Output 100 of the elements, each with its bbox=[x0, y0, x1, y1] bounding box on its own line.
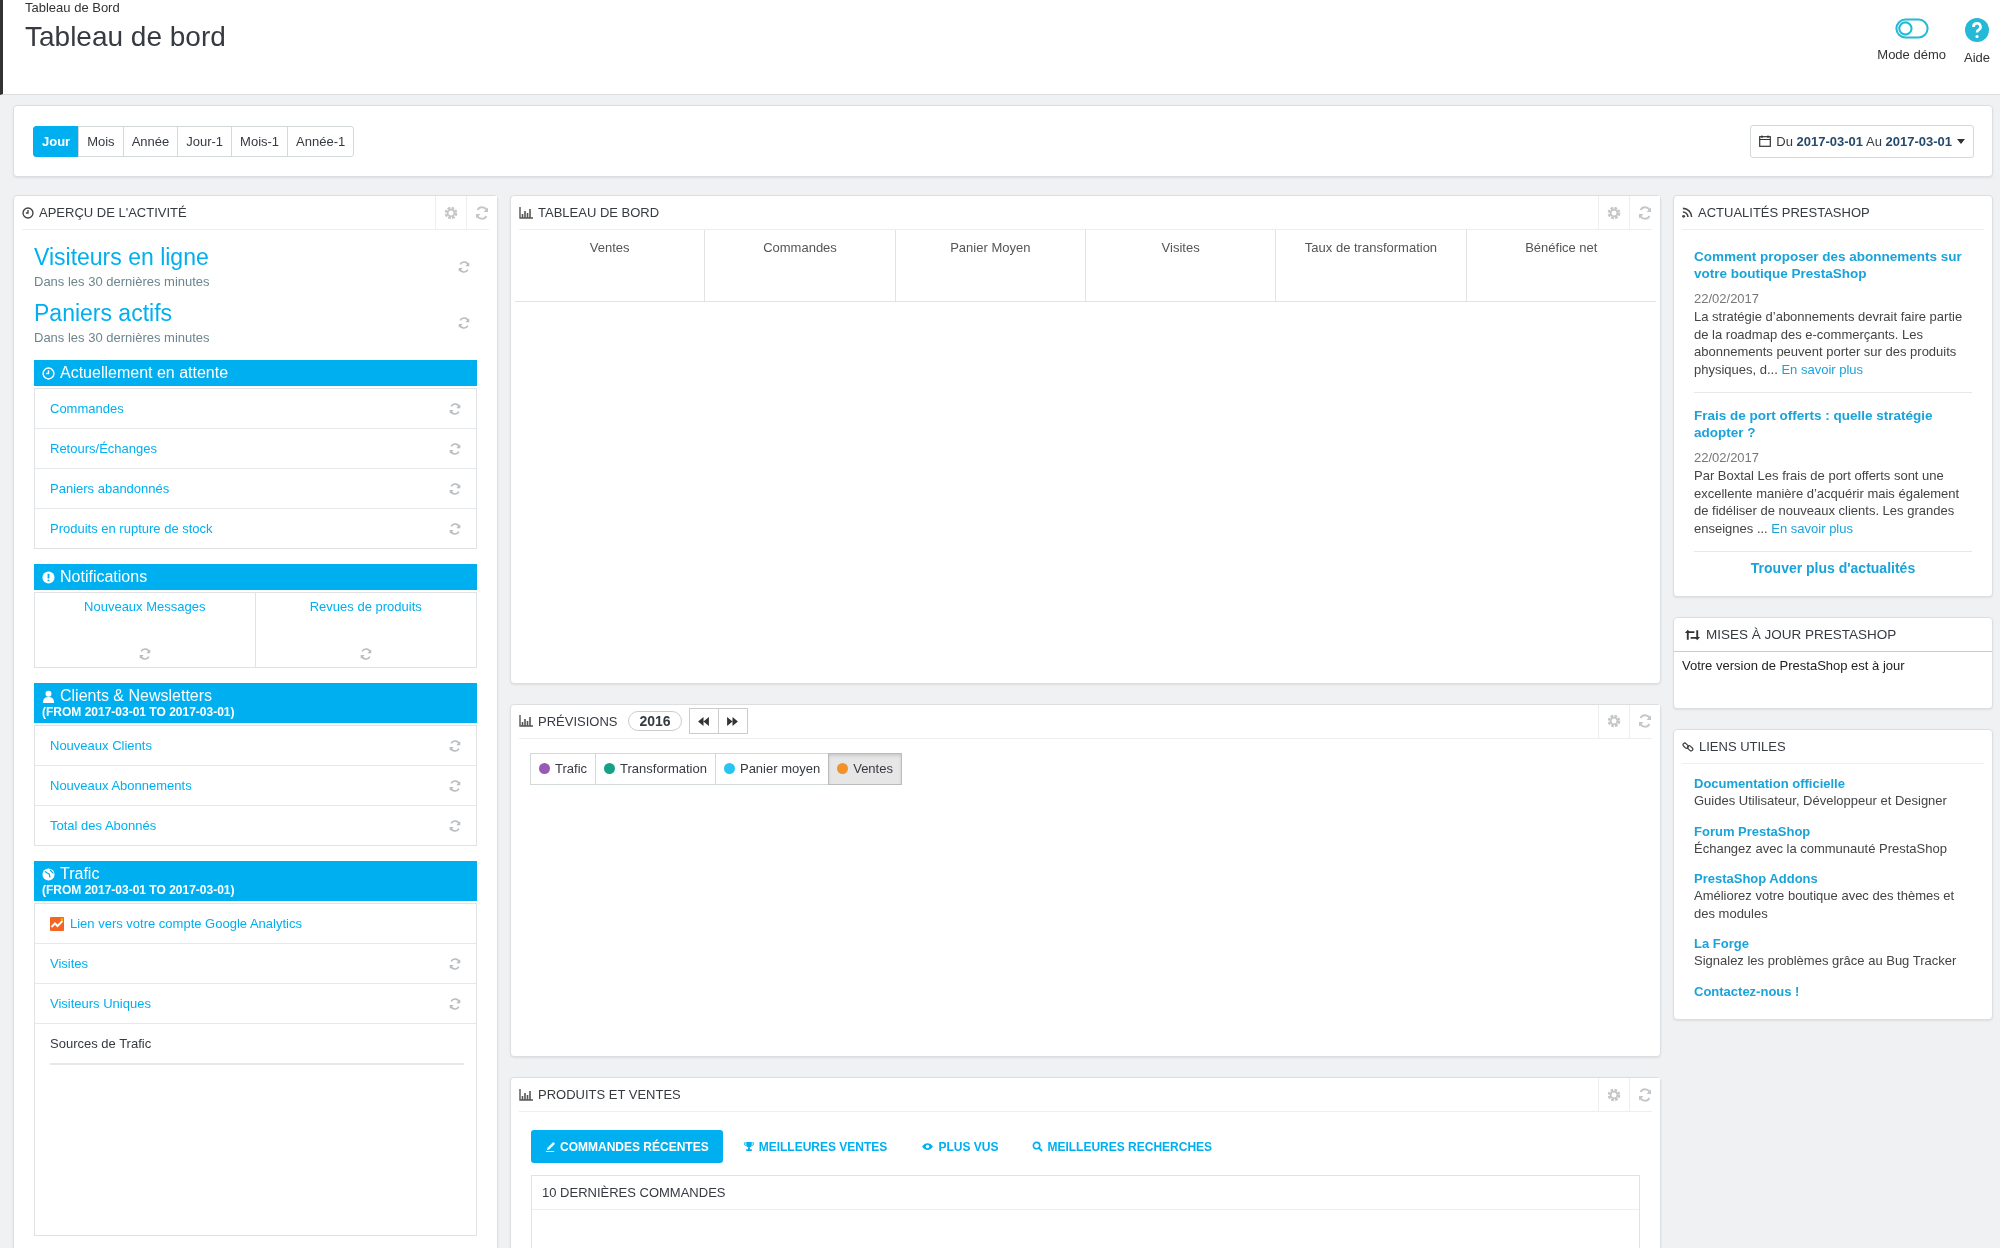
bar-chart-icon bbox=[519, 206, 533, 219]
link-description: Signalez les problèmes grâce au Bug Tracker bbox=[1694, 952, 1958, 970]
refresh-icon[interactable] bbox=[448, 441, 462, 456]
stat-link[interactable]: Retours/Échanges bbox=[50, 441, 157, 456]
period-tab[interactable]: Jour bbox=[33, 125, 80, 157]
panel-title: LIENS UTILES bbox=[1699, 739, 1786, 754]
refresh-icon[interactable] bbox=[448, 778, 462, 793]
stat-link[interactable]: Nouveaux Abonnements bbox=[50, 778, 192, 793]
legend-toggle[interactable]: Panier moyen bbox=[714, 752, 830, 785]
useful-link[interactable]: La Forge bbox=[1694, 936, 1972, 951]
section-date-range: (FROM 2017-03-01 TO 2017-03-01) bbox=[42, 705, 236, 719]
rewind-icon bbox=[698, 716, 710, 726]
notification-link[interactable]: Revues de produits bbox=[309, 599, 422, 614]
previous-button[interactable] bbox=[688, 708, 719, 735]
refresh-button[interactable] bbox=[466, 196, 497, 229]
more-news-link[interactable]: Trouver plus d'actualités bbox=[1694, 560, 1972, 576]
read-more-link[interactable]: En savoir plus bbox=[1781, 361, 1864, 377]
period-tab[interactable]: Année bbox=[122, 125, 179, 157]
article-date: 22/02/2017 bbox=[1694, 450, 1761, 465]
panel-title: PRODUITS ET VENTES bbox=[538, 1087, 681, 1102]
fast-forward-icon bbox=[727, 716, 739, 726]
bar-chart-icon bbox=[519, 715, 533, 728]
stat-link[interactable]: Nouveaux Clients bbox=[50, 738, 152, 753]
period-tab[interactable]: Mois-1 bbox=[231, 125, 289, 157]
globe-icon bbox=[42, 867, 55, 881]
alert-icon bbox=[42, 570, 55, 584]
stat-link[interactable]: Produits en rupture de stock bbox=[50, 521, 213, 536]
period-tab[interactable]: Jour-1 bbox=[177, 125, 233, 157]
panel-title: ACTUALITÉS PRESTASHOP bbox=[1698, 205, 1870, 220]
refresh-icon[interactable] bbox=[457, 259, 471, 274]
useful-link[interactable]: Documentation officielle bbox=[1694, 776, 1972, 791]
link-description: Améliorez votre boutique avec des thèmes et des modules bbox=[1694, 887, 1956, 922]
refresh-icon[interactable] bbox=[457, 315, 471, 330]
kpi-label: Commandes bbox=[763, 240, 837, 257]
clock-icon bbox=[42, 366, 55, 380]
refresh-icon[interactable] bbox=[448, 996, 462, 1011]
useful-link[interactable]: PrestaShop Addons bbox=[1694, 871, 1972, 886]
refresh-icon[interactable] bbox=[448, 738, 462, 753]
rss-icon bbox=[1682, 207, 1693, 218]
link-description: Guides Utilisateur, Développeur et Designer bbox=[1694, 792, 1948, 810]
article-date: 22/02/2017 bbox=[1694, 291, 1761, 306]
section-title: Actuellement en attente bbox=[60, 364, 229, 382]
refresh-icon[interactable] bbox=[448, 521, 462, 536]
notification-link[interactable]: Nouveaux Messages bbox=[84, 599, 206, 614]
section-title: Clients & Newsletters bbox=[60, 687, 213, 705]
kpi-label: Ventes bbox=[589, 240, 630, 257]
demo-mode-button[interactable]: Mode démo bbox=[1877, 18, 1946, 72]
period-tab[interactable]: Mois bbox=[78, 125, 124, 157]
section-date-range: (FROM 2017-03-01 TO 2017-03-01) bbox=[42, 883, 236, 897]
article-excerpt: La stratégie d’abonnements devrait faire partie de la roadmap des e-commerçants. Les abonnements peuvent porter sur des produits physiques, d... En savoir plus bbox=[1694, 308, 1964, 378]
period-tab[interactable]: Année-1 bbox=[287, 125, 355, 157]
date-range-button[interactable]: Du 2017-03-01 Au 2017-03-01 bbox=[1750, 124, 1974, 158]
refresh-button[interactable] bbox=[1629, 196, 1660, 229]
section-title: Trafic bbox=[60, 865, 100, 883]
next-button[interactable] bbox=[717, 708, 748, 735]
useful-link[interactable]: Contactez-nous ! bbox=[1694, 983, 1972, 999]
analytics-icon bbox=[50, 916, 64, 931]
refresh-icon[interactable] bbox=[137, 647, 152, 661]
help-icon bbox=[1965, 18, 1989, 42]
metric-title: Visiteurs en ligne bbox=[34, 244, 210, 271]
table-title: 10 DERNIÈRES COMMANDES bbox=[542, 1185, 726, 1200]
page-title: Tableau de bord bbox=[25, 21, 226, 53]
article-title-link[interactable]: Frais de port offerts : quelle stratégie adopter ? bbox=[1694, 407, 1972, 441]
settings-button[interactable] bbox=[1598, 704, 1629, 738]
refresh-icon[interactable] bbox=[448, 401, 462, 416]
metric-subtitle: Dans les 30 dernières minutes bbox=[34, 330, 210, 345]
settings-button[interactable] bbox=[1598, 196, 1629, 229]
refresh-icon[interactable] bbox=[448, 818, 462, 833]
refresh-icon[interactable] bbox=[448, 481, 462, 496]
kpi-label: Visites bbox=[1161, 240, 1200, 257]
stat-link[interactable]: Commandes bbox=[50, 401, 124, 416]
section-title: Notifications bbox=[60, 568, 148, 586]
refresh-button[interactable] bbox=[1629, 1078, 1660, 1111]
legend-toggle[interactable]: Ventes bbox=[828, 752, 902, 785]
stat-link[interactable]: Visiteurs Uniques bbox=[50, 996, 151, 1011]
kpi-label: Bénéfice net bbox=[1525, 240, 1598, 257]
settings-button[interactable] bbox=[1598, 1078, 1629, 1111]
useful-link[interactable]: Forum PrestaShop bbox=[1694, 823, 1972, 839]
panel-title: APERÇU DE L'ACTIVITÉ bbox=[39, 205, 187, 220]
help-button[interactable]: Aide bbox=[1963, 18, 1990, 72]
retweet-icon bbox=[1684, 628, 1701, 641]
gear-icon bbox=[1606, 713, 1622, 730]
refresh-icon[interactable] bbox=[448, 956, 462, 971]
analytics-link[interactable]: Lien vers votre compte Google Analytics bbox=[70, 916, 468, 931]
version-status: Votre version de PrestaShop est à jour bbox=[1682, 658, 1905, 673]
refresh-icon[interactable] bbox=[358, 647, 373, 661]
products-tab[interactable]: COMMANDES RÉCENTES bbox=[531, 1130, 723, 1163]
stat-link[interactable]: Visites bbox=[50, 956, 89, 971]
legend-toggle[interactable]: Trafic bbox=[530, 752, 597, 785]
legend-toggle[interactable]: Transformation bbox=[595, 752, 716, 785]
metric-subtitle: Dans les 30 dernières minutes bbox=[34, 274, 210, 289]
read-more-link[interactable]: En savoir plus bbox=[1771, 520, 1853, 536]
stat-link[interactable]: Paniers abandonnés bbox=[50, 481, 170, 496]
settings-button[interactable] bbox=[435, 196, 466, 229]
article-title-link[interactable]: Comment proposer des abonnements sur votre boutique PrestaShop bbox=[1694, 248, 1972, 282]
breadcrumb[interactable]: Tableau de Bord bbox=[25, 0, 226, 15]
kpi-label: Panier Moyen bbox=[950, 240, 1031, 257]
refresh-button[interactable] bbox=[1629, 704, 1660, 738]
gear-icon bbox=[1606, 1086, 1622, 1103]
stat-link[interactable]: Total des Abonnés bbox=[50, 818, 157, 833]
